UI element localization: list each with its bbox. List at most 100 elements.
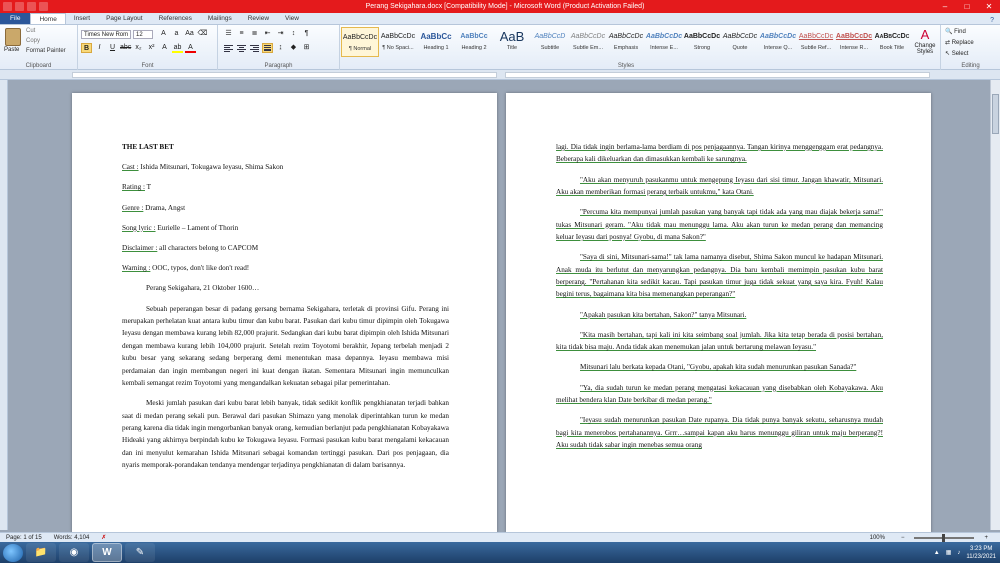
- zoom-out-button[interactable]: −: [895, 533, 911, 543]
- tab-mailings[interactable]: Mailings: [200, 13, 240, 24]
- copy-button[interactable]: Copy: [26, 38, 40, 44]
- style-intense-emphasis[interactable]: AaBbCcDc Intense E...: [645, 27, 683, 57]
- help-icon[interactable]: ?: [990, 17, 1000, 24]
- font-size-select[interactable]: 12: [133, 30, 153, 39]
- style-subtitle[interactable]: AaBbCcD Subtitle: [531, 27, 569, 57]
- align-left-button[interactable]: [223, 43, 234, 53]
- document-page-2[interactable]: lagi. Dia tidak ingin berlama-lama berdi…: [506, 93, 931, 533]
- zoom-slider[interactable]: [914, 533, 975, 542]
- decrease-indent-button[interactable]: ⇤: [262, 29, 273, 39]
- style-preview: AaBbCcDc: [759, 33, 797, 40]
- vertical-scrollbar[interactable]: [990, 80, 1000, 530]
- increase-indent-button[interactable]: ⇥: [275, 29, 286, 39]
- highlight-button[interactable]: ab: [172, 43, 183, 53]
- change-case-button[interactable]: Aa: [184, 29, 195, 39]
- horizontal-ruler[interactable]: [0, 70, 1000, 80]
- clear-formatting-button[interactable]: ⌫: [197, 29, 208, 39]
- zoom-level[interactable]: 100%: [864, 533, 891, 543]
- tab-references[interactable]: References: [151, 13, 200, 24]
- font-name-select[interactable]: Times New Rom: [81, 30, 131, 39]
- explorer-icon[interactable]: 📁: [26, 543, 56, 562]
- format-painter-button[interactable]: Format Painter: [26, 48, 66, 54]
- undo-icon[interactable]: [27, 2, 36, 11]
- style-heading-2[interactable]: AaBbCc Heading 2: [455, 27, 493, 57]
- align-right-button[interactable]: [249, 43, 260, 53]
- meta-key: Disclaimer :: [122, 244, 158, 253]
- style-book-title[interactable]: AaBbCcDc Book Title: [873, 27, 911, 57]
- style-subtle-reference[interactable]: AaBbCcDc Subtle Ref...: [797, 27, 835, 57]
- tab-page-layout[interactable]: Page Layout: [98, 13, 151, 24]
- replace-button[interactable]: ⇄ Replace: [945, 38, 974, 49]
- grow-font-button[interactable]: A: [158, 29, 169, 39]
- style-name: Subtle Em...: [573, 45, 603, 51]
- tab-home[interactable]: Home: [30, 13, 66, 24]
- style-subtle-emphasis[interactable]: AaBbCcDc Subtle Em...: [569, 27, 607, 57]
- text-effects-button[interactable]: A: [159, 43, 170, 53]
- proofing-icon[interactable]: ✗: [95, 533, 112, 543]
- start-button[interactable]: [3, 543, 23, 562]
- numbering-button[interactable]: ≡: [236, 29, 247, 39]
- close-button[interactable]: ✕: [978, 0, 1000, 13]
- style-normal[interactable]: AaBbCcDc ¶ Normal: [341, 27, 379, 57]
- scrollbar-thumb[interactable]: [992, 94, 999, 134]
- cut-button[interactable]: Cut: [26, 28, 35, 34]
- network-icon[interactable]: ▦: [946, 549, 952, 556]
- tray-arrow-icon[interactable]: ▲: [934, 550, 940, 556]
- word-count[interactable]: Words: 4,104: [48, 533, 96, 543]
- style-preview: AaBbCcDc: [608, 33, 644, 40]
- select-button[interactable]: ↖ Select: [945, 49, 974, 60]
- window-title: Perang Sekigahara.docx [Compatibility Mo…: [365, 3, 645, 10]
- find-button[interactable]: 🔍 Find: [945, 27, 974, 38]
- style-title[interactable]: AaB Title: [493, 27, 531, 57]
- word-icon[interactable]: [3, 2, 12, 11]
- clock[interactable]: 3:23 PM 11/23/2021: [966, 545, 996, 561]
- paragraph: Sebuah peperangan besar di padang gersan…: [122, 304, 449, 388]
- chrome-icon[interactable]: ◉: [59, 543, 89, 562]
- paste-icon[interactable]: [5, 28, 21, 46]
- tab-view[interactable]: View: [277, 13, 307, 24]
- superscript-button[interactable]: x²: [146, 43, 157, 53]
- style-intense-reference[interactable]: AaBbCcDc Intense R...: [835, 27, 873, 57]
- tab-file[interactable]: File: [0, 13, 31, 24]
- style-emphasis[interactable]: AaBbCcDc Emphasis: [607, 27, 645, 57]
- justify-button[interactable]: [262, 43, 273, 53]
- strikethrough-button[interactable]: abc: [120, 43, 131, 53]
- style-no-spacing[interactable]: AaBbCcDc ¶ No Spaci...: [379, 27, 417, 57]
- borders-button[interactable]: ⊞: [301, 43, 312, 53]
- minimize-button[interactable]: –: [934, 0, 956, 13]
- style-name: Intense E...: [650, 45, 678, 51]
- tab-insert[interactable]: Insert: [66, 13, 98, 24]
- maximize-button[interactable]: □: [956, 0, 978, 13]
- clock-time: 3:23 PM: [970, 545, 993, 552]
- align-center-button[interactable]: [236, 43, 247, 53]
- sort-button[interactable]: ↕: [288, 29, 299, 39]
- style-strong[interactable]: AaBbCcDc Strong: [683, 27, 721, 57]
- vertical-ruler[interactable]: [0, 80, 8, 530]
- bold-button[interactable]: B: [81, 43, 92, 53]
- font-color-button[interactable]: A: [185, 43, 196, 53]
- line-spacing-button[interactable]: ↨: [275, 43, 286, 53]
- show-marks-button[interactable]: ¶: [301, 29, 312, 39]
- page-count[interactable]: Page: 1 of 15: [0, 533, 48, 543]
- paint-icon[interactable]: ✎: [125, 543, 155, 562]
- change-styles-button[interactable]: A Change Styles: [914, 27, 936, 56]
- document-page-1[interactable]: THE LAST BET Cast : Ishida Mitsunari, To…: [72, 93, 497, 533]
- multilevel-list-button[interactable]: ≣: [249, 29, 260, 39]
- redo-icon[interactable]: [39, 2, 48, 11]
- volume-icon[interactable]: ♪: [957, 550, 960, 556]
- paste-button[interactable]: Paste: [4, 47, 19, 53]
- subscript-button[interactable]: x₂: [133, 43, 144, 53]
- zoom-in-button[interactable]: +: [978, 533, 994, 543]
- shading-button[interactable]: ◆: [288, 43, 299, 53]
- bullets-button[interactable]: ☰: [223, 29, 234, 39]
- save-icon[interactable]: [15, 2, 24, 11]
- word-taskbar-icon[interactable]: W: [92, 543, 122, 562]
- tab-review[interactable]: Review: [240, 13, 277, 24]
- style-heading-1[interactable]: AaBbCc Heading 1: [417, 27, 455, 57]
- italic-button[interactable]: I: [94, 43, 105, 53]
- style-quote[interactable]: AaBbCcDc Quote: [721, 27, 759, 57]
- underline-button[interactable]: U: [107, 43, 118, 53]
- shrink-font-button[interactable]: a: [171, 29, 182, 39]
- style-intense-quote[interactable]: AaBbCcDc Intense Q...: [759, 27, 797, 57]
- style-name: Subtitle: [540, 45, 560, 51]
